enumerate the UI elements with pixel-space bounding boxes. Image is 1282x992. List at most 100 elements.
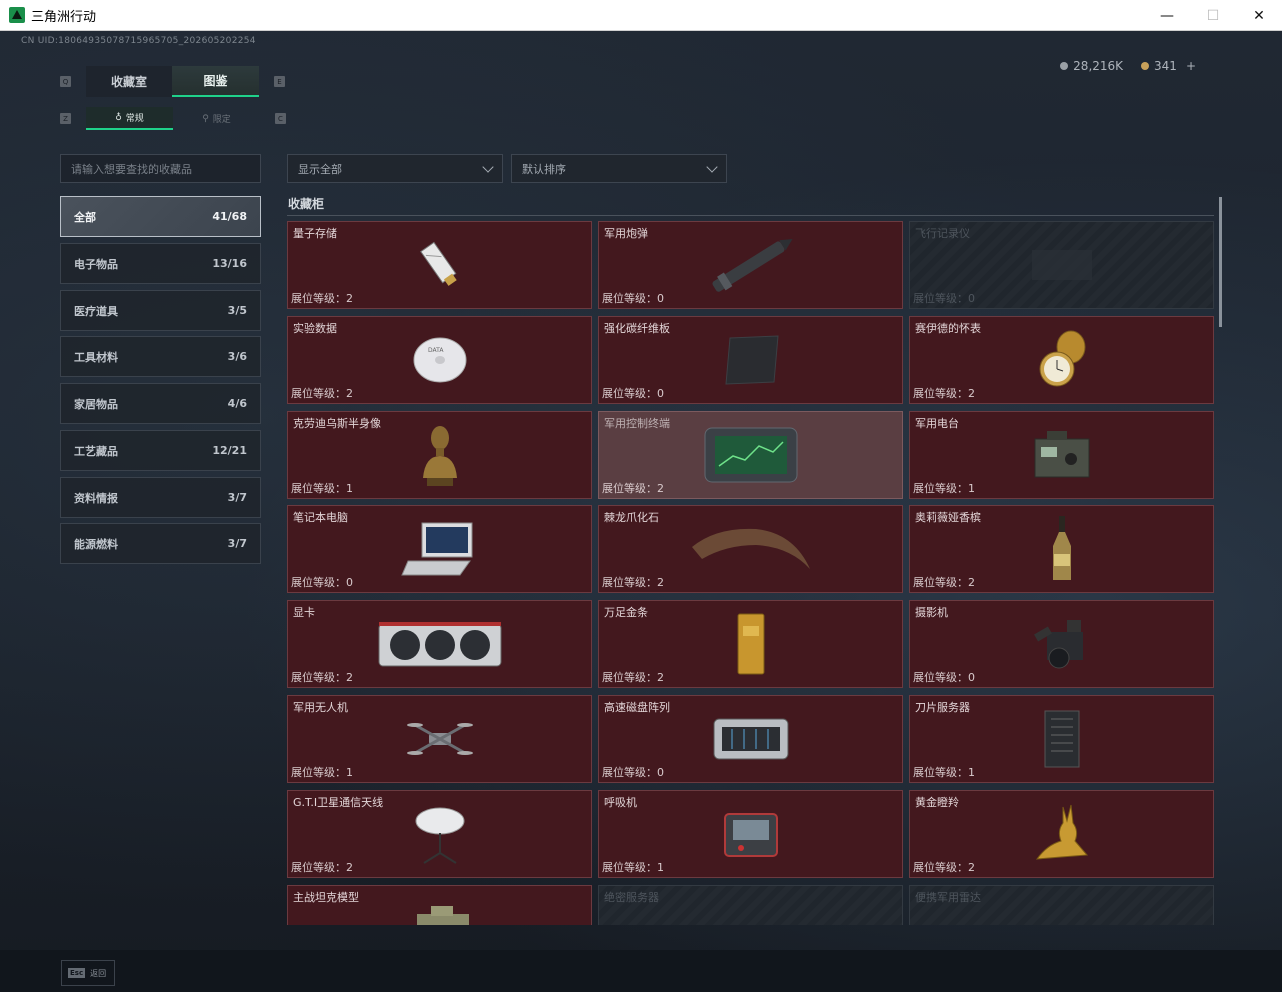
key-hint-e: E [274,76,285,87]
key-hint-z: Z [60,113,71,124]
gem-balance: 341 + [1141,59,1196,73]
item-level: 展位等级：2 [291,387,353,400]
esc-key-hint: Esc [68,968,86,978]
item-level: 展位等级：2 [913,387,975,400]
item-level: 展位等级：2 [291,292,353,305]
item-card-camera[interactable]: 摄影机 展位等级：0 [909,600,1214,688]
category-intel[interactable]: 资料情报 3/7 [60,477,261,518]
item-card-classified-server[interactable]: 绝密服务器 [598,885,903,925]
subtab-limited[interactable]: ⚲ 限定 [173,107,260,130]
bottom-bar [0,950,1282,992]
item-card-gold-bar[interactable]: 万足金条 展位等级：2 [598,600,903,688]
item-level: 展位等级：2 [291,861,353,874]
back-button[interactable]: Esc 返回 [61,960,115,986]
item-card-tank-model[interactable]: 主战坦克模型 [287,885,592,925]
item-name: 军用电台 [915,417,959,430]
item-name: 笔记本电脑 [293,511,348,524]
limited-icon: ⚲ [202,113,209,124]
item-name: 军用无人机 [293,701,348,714]
sort-dropdown[interactable]: 默认排序 [511,154,727,183]
category-medical[interactable]: 医疗道具 3/5 [60,290,261,331]
item-card-military-radio[interactable]: 军用电台 展位等级：1 [909,411,1214,499]
subtab-regular[interactable]: ♁ 常规 [86,107,173,130]
category-count: 41/68 [212,210,247,223]
category-label: 资料情报 [74,491,118,505]
item-card-military-shell[interactable]: 军用炮弹 展位等级：0 [598,221,903,309]
radio-icon [1034,431,1089,478]
item-name: 强化碳纤维板 [604,322,670,335]
item-level: 展位等级：1 [602,861,664,874]
category-tools[interactable]: 工具材料 3/6 [60,336,261,377]
category-label: 能源燃料 [74,537,118,551]
laptop-icon [400,522,472,576]
item-card-claudius-bust[interactable]: 克劳迪乌斯半身像 展位等级：1 [287,411,592,499]
item-card-blade-server[interactable]: 刀片服务器 展位等级：1 [909,695,1214,783]
item-card-disk-array[interactable]: 高速磁盘阵列 展位等级：0 [598,695,903,783]
item-card-satellite-antenna[interactable]: G.T.I卫星通信天线 展位等级：2 [287,790,592,878]
item-level: 展位等级：2 [602,576,664,589]
item-name: 显卡 [293,606,315,619]
item-card-quantum-storage[interactable]: 量子存储 展位等级：2 [287,221,592,309]
chevron-down-icon [706,160,718,173]
svg-text:DATA: DATA [428,347,444,354]
flight-recorder-icon [1031,250,1092,280]
item-level: 展位等级：0 [913,671,975,684]
display-filter-value: 显示全部 [298,162,342,176]
category-count: 3/7 [227,491,247,504]
category-label: 全部 [74,210,96,224]
item-name: 刀片服务器 [915,701,970,714]
carbon-plate-icon [724,335,779,385]
section-title: 收藏柜 [288,197,325,211]
category-count: 3/7 [227,537,247,550]
item-name: 绝密服务器 [604,891,659,904]
category-electronics[interactable]: 电子物品 13/16 [60,243,261,284]
tab-catalog[interactable]: 图鉴 [172,66,259,97]
add-currency-button[interactable]: + [1186,59,1196,73]
item-name: 便携军用雷达 [915,891,981,904]
item-card-ventilator[interactable]: 呼吸机 展位等级：1 [598,790,903,878]
claw-fossil-icon [691,528,810,569]
item-name: 高速磁盘阵列 [604,701,670,714]
category-label: 工艺藏品 [74,444,118,458]
item-card-laptop[interactable]: 笔记本电脑 展位等级：0 [287,505,592,593]
item-name: 万足金条 [604,606,648,619]
item-card-carbon-plate[interactable]: 强化碳纤维板 展位等级：0 [598,316,903,404]
item-card-flight-recorder[interactable]: 飞行记录仪 展位等级：0 [909,221,1214,309]
close-button[interactable]: ✕ [1236,0,1282,31]
item-level: 展位等级：2 [602,671,664,684]
window-titlebar: 三角洲行动 — ☐ ✕ [0,0,1282,31]
item-level: 展位等级：2 [291,671,353,684]
minimize-button[interactable]: — [1144,0,1190,31]
display-filter-dropdown[interactable]: 显示全部 [287,154,503,183]
tab-collection-room[interactable]: 收藏室 [86,66,172,97]
search-input[interactable]: 请输入想要查找的收藏品 [60,154,261,183]
item-card-military-drone[interactable]: 军用无人机 展位等级：1 [287,695,592,783]
scrollbar[interactable] [1219,197,1222,327]
item-card-claw-fossil[interactable]: 棘龙爪化石 展位等级：2 [598,505,903,593]
category-label: 工具材料 [74,350,118,364]
item-card-graphics-card[interactable]: 显卡 展位等级：2 [287,600,592,688]
section-divider [287,215,1214,216]
category-crafts[interactable]: 工艺藏品 12/21 [60,430,261,471]
category-label: 家居物品 [74,397,118,411]
item-card-portable-radar[interactable]: 便携军用雷达 [909,885,1214,925]
category-energy[interactable]: 能源燃料 3/7 [60,523,261,564]
item-level: 展位等级：2 [913,861,975,874]
item-card-champagne[interactable]: 奥莉薇娅香槟 展位等级：2 [909,505,1214,593]
coin-icon [1060,62,1069,70]
item-card-experiment-data[interactable]: 实验数据 DATA 展位等级：2 [287,316,592,404]
subtab-regular-label: 常规 [125,114,144,124]
item-name: 主战坦克模型 [293,891,359,904]
item-card-pocket-watch[interactable]: 赛伊德的怀表 展位等级：2 [909,316,1214,404]
key-hint-c: C [275,113,286,124]
artillery-shell-icon [711,239,793,292]
item-level: 展位等级：1 [291,482,353,495]
item-name: 黄金瞪羚 [915,796,959,809]
subtab-limited-label: 限定 [212,115,231,125]
category-all[interactable]: 全部 41/68 [60,196,261,237]
category-household[interactable]: 家居物品 4/6 [60,383,261,424]
item-name: 棘龙爪化石 [604,511,659,524]
maximize-button[interactable]: ☐ [1190,0,1236,31]
item-card-gold-gazelle[interactable]: 黄金瞪羚 展位等级：2 [909,790,1214,878]
item-card-control-terminal[interactable]: 军用控制终端 展位等级：2 [598,411,903,499]
